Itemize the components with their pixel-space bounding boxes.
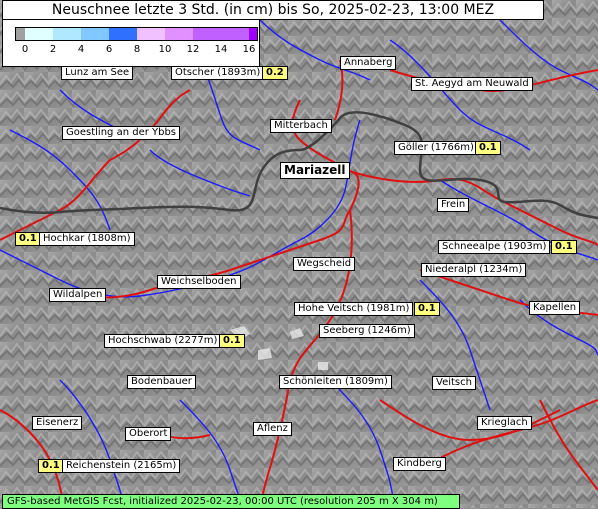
forecast-info-footer: GFS-based MetGIS Fcst, initialized 2025-… (2, 494, 460, 509)
place-label-niederalpl: Niederalpl (1234m) (421, 263, 527, 277)
value-badge-hochschwab: 0.1 (219, 334, 245, 348)
legend-tick: 6 (105, 44, 113, 55)
place-label-hochschwab: Hochschwab (2277m) (104, 334, 222, 348)
place-label-st-aegyd: St. Aegyd am Neuwald (411, 77, 533, 91)
place-label-frein: Frein (437, 198, 470, 212)
place-label-lunz: Lunz am See (61, 66, 134, 80)
legend-tick: 4 (77, 44, 85, 55)
place-label-oetscher: Ötscher (1893m) (171, 66, 265, 80)
value-badge-schneealpe: 0.1 (551, 240, 577, 254)
place-label-goestling: Goestling an der Ybbs (62, 126, 181, 140)
legend-swatch (137, 27, 165, 41)
place-label-mariazell: Mariazell (280, 162, 350, 179)
legend-tick: 12 (186, 44, 200, 55)
legend-swatch (81, 27, 109, 41)
place-label-hochkar: Hochkar (1808m) (39, 232, 135, 246)
place-label-eisenerz: Eisenerz (32, 416, 83, 430)
place-label-kapellen: Kapellen (529, 301, 581, 315)
place-label-schoenleiten: Schönleiten (1809m) (279, 375, 392, 389)
legend-swatch (193, 27, 221, 41)
legend-tick: 14 (214, 44, 228, 55)
legend-swatch (109, 27, 137, 41)
legend-tick: 8 (133, 44, 141, 55)
legend-tick: 0 (21, 44, 29, 55)
place-label-bodenbauer: Bodenbauer (127, 375, 196, 389)
place-label-wildalpen: Wildalpen (49, 288, 107, 302)
map-title: Neuschnee letzte 3 Std. (in cm) bis So, … (2, 0, 544, 20)
place-label-seeberg: Seeberg (1246m) (319, 324, 415, 338)
place-label-annaberg: Annaberg (340, 56, 397, 70)
place-label-aflenz: Aflenz (253, 422, 292, 436)
place-label-reichenstein: Reichenstein (2165m) (62, 459, 181, 473)
place-label-hohe-veitsch: Hohe Veitsch (1981m) (294, 302, 414, 316)
legend-swatch (53, 27, 81, 41)
legend-swatch (165, 27, 193, 41)
place-label-veitsch: Veitsch (432, 376, 476, 390)
legend-tick: 10 (158, 44, 172, 55)
place-label-kindberg: Kindberg (393, 457, 446, 471)
place-label-krieglach: Krieglach (477, 416, 532, 430)
place-label-schneealpe: Schneealpe (1903m) (438, 240, 551, 254)
legend-tick: 2 (49, 44, 57, 55)
value-badge-hohe-veitsch: 0.1 (414, 302, 440, 316)
legend: 0 2 4 6 8 10 12 14 16 (2, 19, 260, 67)
place-label-weichselboden: Weichselboden (157, 275, 241, 289)
value-badge-goeller: 0.1 (475, 141, 501, 155)
value-badge-hochkar: 0.1 (15, 232, 41, 246)
place-label-oberort: Oberort (125, 427, 172, 441)
value-badge-reichenstein: 0.1 (38, 459, 64, 473)
place-label-mitterbach: Mitterbach (270, 119, 332, 133)
place-label-wegscheid: Wegscheid (293, 257, 356, 271)
legend-tick: 16 (242, 44, 256, 55)
place-label-goeller: Göller (1766m) (394, 141, 478, 155)
value-badge-oetscher: 0.2 (262, 66, 288, 80)
legend-swatch (25, 27, 53, 41)
legend-swatch (249, 27, 258, 41)
legend-swatch (221, 27, 249, 41)
